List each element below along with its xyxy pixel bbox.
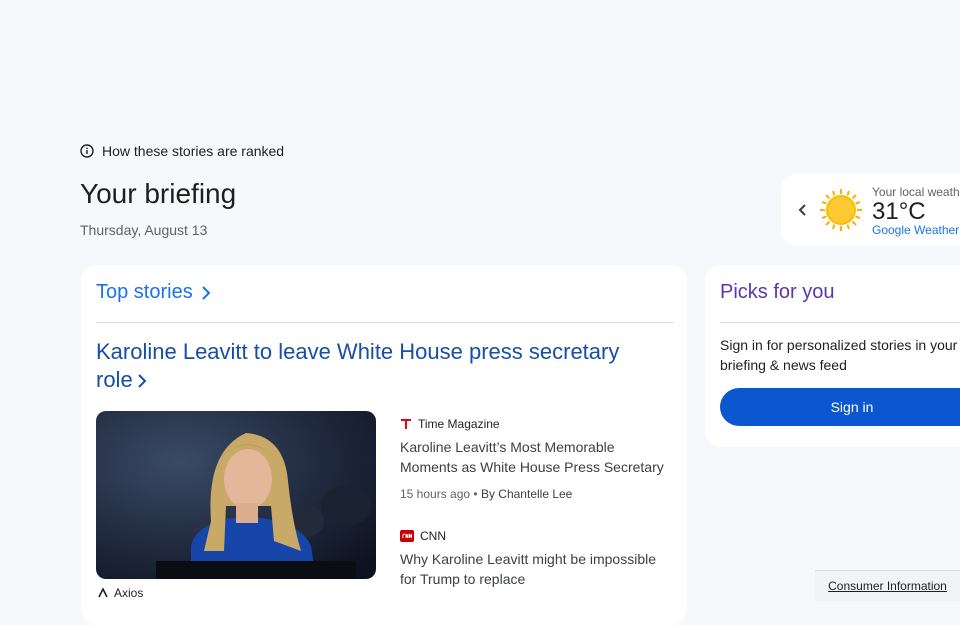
top-stories-link[interactable]: Top stories [96,281,211,304]
headline-text: Karoline Leavitt to leave White House pr… [96,339,620,392]
time-logo-icon [401,419,411,429]
story-title[interactable]: Why Karoline Leavitt might be impossible… [400,549,675,589]
story-item[interactable]: Time Magazine Karoline Leavitt’s Most Me… [400,417,675,501]
axios-logo-icon [98,588,108,598]
story-time: 15 hours ago [400,487,471,501]
hero-image[interactable] [96,411,376,579]
picks-card: Picks for you Sign in for personalized s… [705,265,960,447]
meta-separator: • [473,487,481,501]
google-weather-link[interactable]: Google Weather [872,223,959,237]
sun-icon [820,189,862,231]
consumer-information-link[interactable]: Consumer Information [815,570,960,601]
story-source: CNN [400,529,675,543]
sign-in-button[interactable]: Sign in [720,388,960,426]
story-author: By Chantelle Lee [480,487,573,501]
weather-label: Your local weather [872,185,960,199]
divider [96,322,674,323]
top-stories-card: Top stories Karoline Leavitt to leave Wh… [81,265,687,625]
story-title[interactable]: Karoline Leavitt’s Most Memorable Moment… [400,437,675,477]
story-source: Time Magazine [400,417,675,431]
chevron-left-icon[interactable] [795,200,809,220]
weather-widget: Your local weather 31°C Google Weather [781,174,960,246]
story-meta: 15 hours ago • By Chantelle Lee [400,487,675,501]
chevron-right-icon [137,374,147,388]
hero-source: Axios [98,586,143,600]
info-icon [80,144,94,158]
picks-description: Sign in for personalized stories in your… [720,337,958,373]
divider [720,322,960,323]
story-source-name: Time Magazine [418,417,500,431]
chevron-right-icon [202,285,211,300]
ranking-info-label: How these stories are ranked [102,143,285,159]
hero-source-name: Axios [114,586,144,600]
top-stories-title: Top stories [96,281,193,303]
picks-title: Picks for you [720,281,835,303]
story-item[interactable]: CNN Why Karoline Leavitt might be imposs… [400,529,675,589]
weather-temperature: 31°C [872,198,926,225]
ranking-info-link[interactable]: How these stories are ranked [80,143,284,159]
briefing-date: Thursday, August 13 [80,222,208,238]
story-source-name: CNN [420,529,446,543]
headline-link[interactable]: Karoline Leavitt to leave White House pr… [96,338,656,394]
page-title: Your briefing [80,178,237,209]
cnn-logo-icon [400,530,414,542]
